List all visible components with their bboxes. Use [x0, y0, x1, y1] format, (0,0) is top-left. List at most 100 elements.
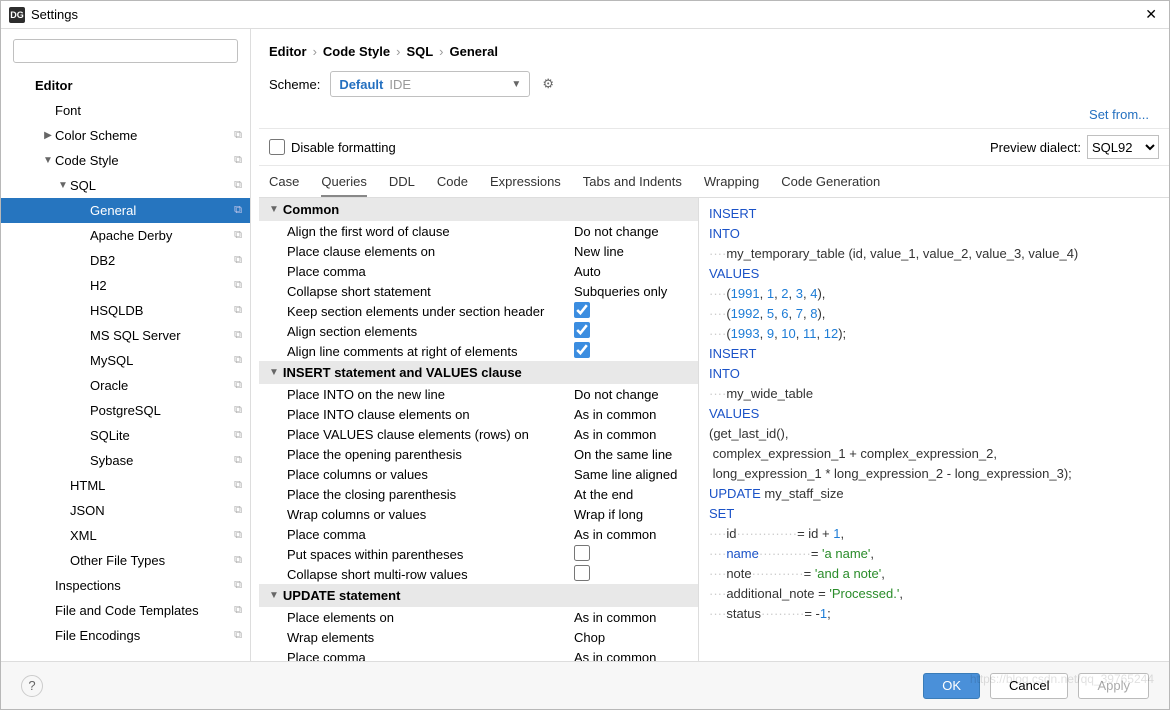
tree-item-other-file-types[interactable]: Other File Types⧉ [1, 548, 250, 573]
copy-icon: ⧉ [234, 404, 242, 417]
copy-icon: ⧉ [234, 429, 242, 442]
copy-icon: ⧉ [234, 529, 242, 542]
tree-item-html[interactable]: HTML⧉ [1, 473, 250, 498]
tree-item-code-style[interactable]: ▼Code Style⧉ [1, 148, 250, 173]
chevron-down-icon: ▼ [511, 79, 521, 90]
tabs: Case Queries DDL Code Expressions Tabs and In… [259, 166, 1169, 197]
close-icon[interactable]: ✕ [1141, 6, 1161, 23]
copy-icon: ⧉ [234, 454, 242, 467]
option-row[interactable]: Place the opening parenthesisOn the same… [259, 444, 698, 464]
breadcrumb: Editor›Code Style›SQL›General [259, 29, 1169, 67]
copy-icon: ⧉ [234, 129, 242, 142]
tree-item-db2[interactable]: DB2⧉ [1, 248, 250, 273]
option-row[interactable]: Place the closing parenthesisAt the end [259, 484, 698, 504]
tree-item-font[interactable]: Font [1, 98, 250, 123]
options-tree[interactable]: ▼CommonAlign the first word of clauseDo … [259, 197, 699, 661]
disable-formatting-checkbox[interactable] [269, 139, 285, 155]
option-row[interactable]: Align the first word of clauseDo not cha… [259, 221, 698, 241]
settings-window: DG Settings ✕ 🔍 EditorFont▶Color Scheme⧉… [0, 0, 1170, 710]
option-row[interactable]: Place commaAuto [259, 261, 698, 281]
option-row[interactable]: Place VALUES clause elements (rows) onAs… [259, 424, 698, 444]
option-row[interactable]: Place INTO on the new lineDo not change [259, 384, 698, 404]
copy-icon: ⧉ [234, 579, 242, 592]
option-checkbox[interactable] [574, 342, 590, 358]
tree-item-editor[interactable]: Editor [1, 73, 250, 98]
option-row[interactable]: Collapse short statementSubqueries only [259, 281, 698, 301]
title-bar: DG Settings ✕ [1, 1, 1169, 29]
option-checkbox[interactable] [574, 302, 590, 318]
app-icon: DG [9, 7, 25, 23]
copy-icon: ⧉ [234, 179, 242, 192]
preview-dialect-label: Preview dialect: [990, 140, 1081, 155]
tab-queries[interactable]: Queries [321, 174, 367, 197]
option-row[interactable]: Place INTO clause elements onAs in commo… [259, 404, 698, 424]
copy-icon: ⧉ [234, 254, 242, 267]
option-row[interactable]: Place columns or valuesSame line aligned [259, 464, 698, 484]
option-row[interactable]: Place clause elements onNew line [259, 241, 698, 261]
tree-item-apache-derby[interactable]: Apache Derby⧉ [1, 223, 250, 248]
tree-item-sql[interactable]: ▼SQL⧉ [1, 173, 250, 198]
scheme-label: Scheme: [269, 77, 320, 92]
group-header[interactable]: ▼UPDATE statement [259, 584, 698, 607]
group-header[interactable]: ▼Common [259, 198, 698, 221]
tree-item-sqlite[interactable]: SQLite⧉ [1, 423, 250, 448]
option-row[interactable]: Keep section elements under section head… [259, 301, 698, 321]
option-row[interactable]: Place commaAs in common [259, 524, 698, 544]
option-row[interactable]: Align line comments at right of elements [259, 341, 698, 361]
copy-icon: ⧉ [234, 154, 242, 167]
option-checkbox[interactable] [574, 545, 590, 561]
group-header[interactable]: ▼INSERT statement and VALUES clause [259, 361, 698, 384]
settings-tree[interactable]: EditorFont▶Color Scheme⧉▼Code Style⧉▼SQL… [1, 73, 250, 661]
option-row[interactable]: Collapse short multi-row values [259, 564, 698, 584]
disable-formatting-label: Disable formatting [291, 140, 396, 155]
tree-item-json[interactable]: JSON⧉ [1, 498, 250, 523]
preview-dialect-select[interactable]: SQL92 [1087, 135, 1159, 159]
copy-icon: ⧉ [234, 354, 242, 367]
copy-icon: ⧉ [234, 629, 242, 642]
tab-code-generation[interactable]: Code Generation [781, 174, 880, 197]
copy-icon: ⧉ [234, 204, 242, 217]
copy-icon: ⧉ [234, 304, 242, 317]
tree-item-h2[interactable]: H2⧉ [1, 273, 250, 298]
window-title: Settings [31, 7, 1141, 22]
tree-item-oracle[interactable]: Oracle⧉ [1, 373, 250, 398]
copy-icon: ⧉ [234, 229, 242, 242]
tree-item-ms-sql-server[interactable]: MS SQL Server⧉ [1, 323, 250, 348]
help-icon[interactable]: ? [21, 675, 43, 697]
watermark: https://blog.csdn.net/qq_39765244 [970, 672, 1154, 686]
option-row[interactable]: Place commaAs in common [259, 647, 698, 661]
tree-item-general[interactable]: General⧉ [1, 198, 250, 223]
tab-tabs-and-indents[interactable]: Tabs and Indents [583, 174, 682, 197]
set-from-link[interactable]: Set from... [1089, 107, 1149, 122]
tree-item-file-and-code-templates[interactable]: File and Code Templates⧉ [1, 598, 250, 623]
search-input[interactable] [13, 39, 238, 63]
option-row[interactable]: Wrap columns or valuesWrap if long [259, 504, 698, 524]
copy-icon: ⧉ [234, 329, 242, 342]
option-row[interactable]: Place elements onAs in common [259, 607, 698, 627]
tree-item-postgresql[interactable]: PostgreSQL⧉ [1, 398, 250, 423]
option-row[interactable]: Put spaces within parentheses [259, 544, 698, 564]
tree-item-mysql[interactable]: MySQL⧉ [1, 348, 250, 373]
copy-icon: ⧉ [234, 379, 242, 392]
gear-icon[interactable]: ⚙ [542, 76, 554, 92]
tab-ddl[interactable]: DDL [389, 174, 415, 197]
tree-item-sybase[interactable]: Sybase⧉ [1, 448, 250, 473]
tree-item-hsqldb[interactable]: HSQLDB⧉ [1, 298, 250, 323]
tab-expressions[interactable]: Expressions [490, 174, 561, 197]
tree-item-color-scheme[interactable]: ▶Color Scheme⧉ [1, 123, 250, 148]
copy-icon: ⧉ [234, 479, 242, 492]
option-checkbox[interactable] [574, 322, 590, 338]
scheme-select[interactable]: Default IDE ▼ [330, 71, 530, 97]
tree-item-file-encodings[interactable]: File Encodings⧉ [1, 623, 250, 648]
copy-icon: ⧉ [234, 279, 242, 292]
tree-item-xml[interactable]: XML⧉ [1, 523, 250, 548]
tab-case[interactable]: Case [269, 174, 299, 197]
option-checkbox[interactable] [574, 565, 590, 581]
tree-item-inspections[interactable]: Inspections⧉ [1, 573, 250, 598]
option-row[interactable]: Align section elements [259, 321, 698, 341]
code-preview: INSERTINTO····my_temporary_table (id, va… [699, 197, 1169, 661]
tab-wrapping[interactable]: Wrapping [704, 174, 759, 197]
option-row[interactable]: Wrap elementsChop [259, 627, 698, 647]
tab-code[interactable]: Code [437, 174, 468, 197]
copy-icon: ⧉ [234, 604, 242, 617]
